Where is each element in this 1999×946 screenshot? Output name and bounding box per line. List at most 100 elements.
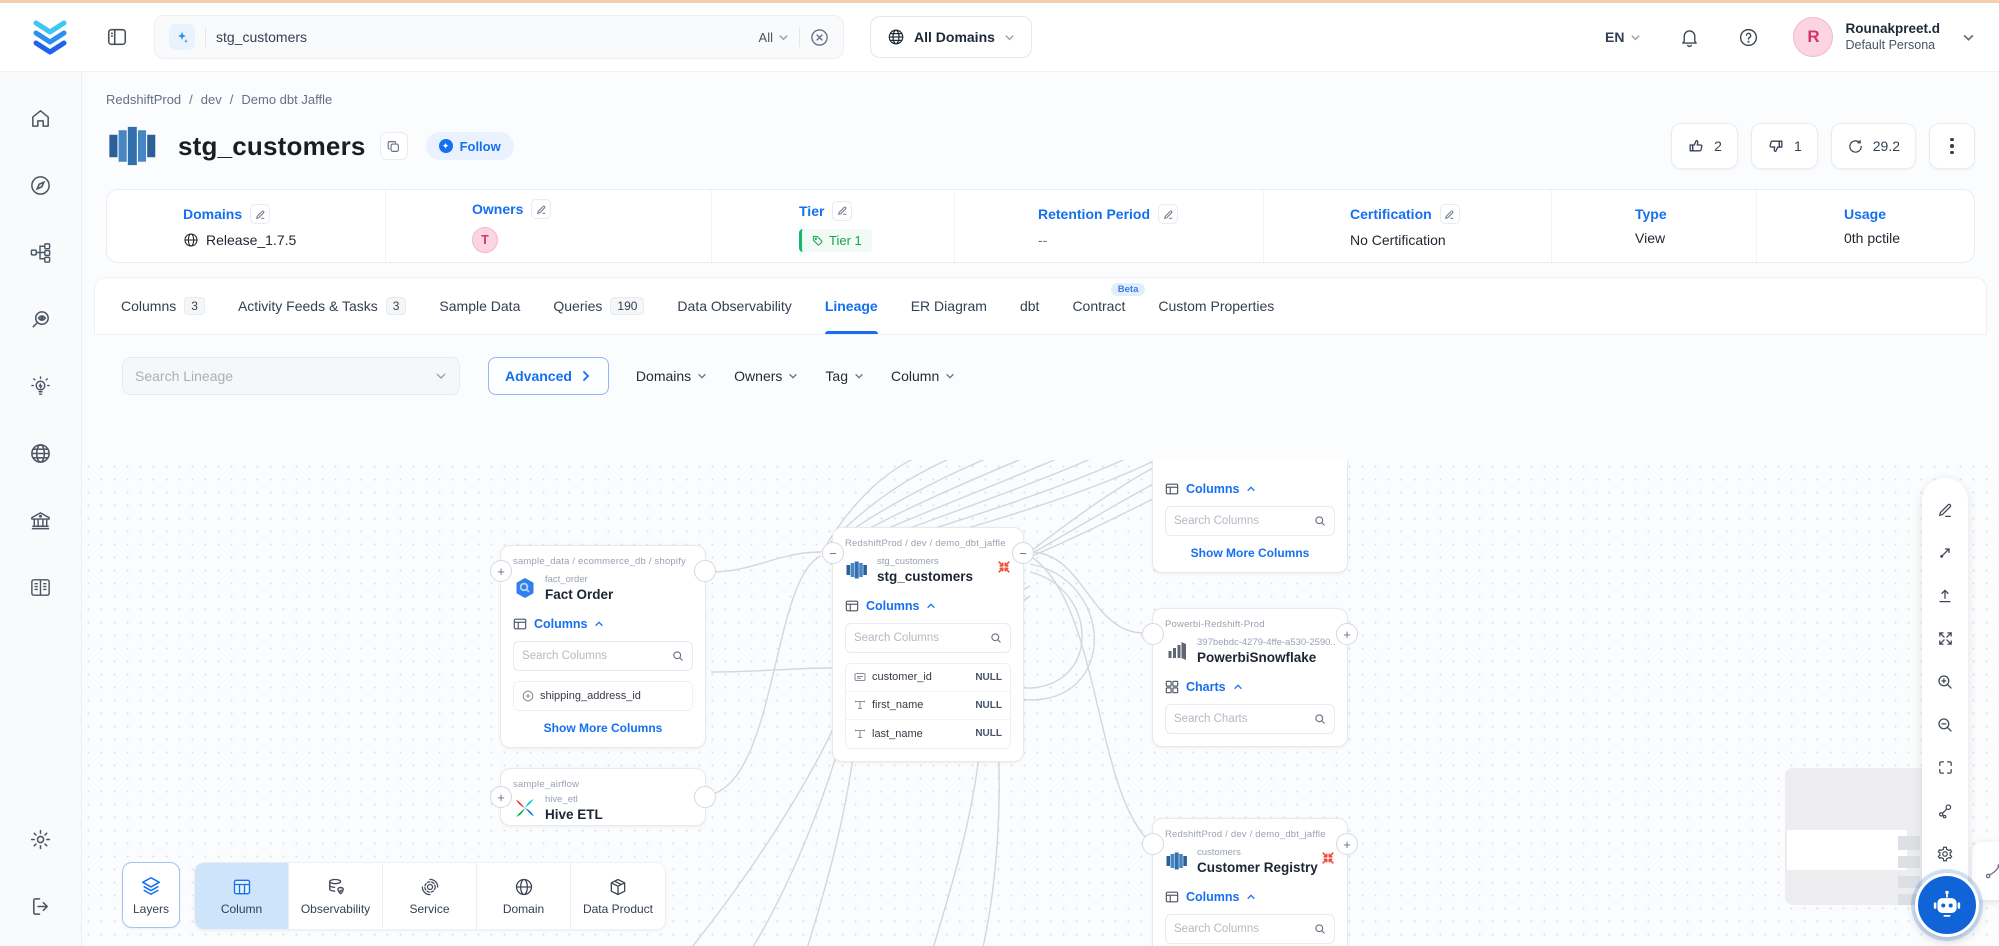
search-columns-box[interactable] (1165, 506, 1335, 536)
edit-lineage-button[interactable] (1922, 488, 1968, 531)
expand-upstream-button[interactable]: + (490, 560, 512, 582)
column-row[interactable]: first_name NULL (846, 692, 1010, 720)
node-title[interactable]: Fact Order (545, 586, 693, 604)
collapse-upstream-button[interactable]: − (822, 542, 844, 564)
search-columns-input[interactable] (1174, 923, 1314, 935)
layers-button[interactable]: Layers (122, 862, 180, 928)
tab-queries[interactable]: Queries190 (553, 278, 644, 334)
charts-section-toggle[interactable]: Charts (1165, 680, 1335, 694)
tab-contract[interactable]: ContractBeta (1072, 278, 1125, 334)
node-port[interactable] (1142, 833, 1164, 855)
tab-er-diagram[interactable]: ER Diagram (911, 278, 987, 334)
search-columns-box[interactable] (845, 623, 1011, 653)
lineage-canvas[interactable]: Columns Show More Columns + sample_data … (82, 460, 1999, 946)
filter-tag-dropdown[interactable]: Tag (825, 368, 864, 384)
search-charts-box[interactable] (1165, 704, 1335, 734)
advanced-lineage-button[interactable]: Advanced (488, 357, 609, 395)
downvote-button[interactable]: 1 (1751, 123, 1818, 169)
search-charts-input[interactable] (1174, 713, 1314, 725)
node-title[interactable]: Hive ETL (545, 806, 693, 824)
columns-section-toggle[interactable]: Columns (513, 617, 693, 631)
global-search-input[interactable] (216, 29, 749, 45)
follow-button[interactable]: ✦ Follow (426, 132, 514, 160)
domains-value[interactable]: Release_1.7.5 (206, 232, 296, 248)
governance-bank-icon[interactable] (19, 498, 63, 542)
global-search-bar[interactable]: All (154, 15, 844, 59)
tab-lineage[interactable]: Lineage (825, 278, 878, 334)
tier-badge[interactable]: Tier 1 (799, 229, 872, 252)
mode-observability-button[interactable]: Observability (289, 863, 383, 929)
tab-sample-data[interactable]: Sample Data (439, 278, 520, 334)
columns-section-toggle[interactable]: Columns (1165, 890, 1335, 904)
lineage-settings-gear-icon[interactable] (1922, 832, 1968, 875)
edit-owners-icon[interactable] (531, 199, 551, 219)
expand-diagonal-button[interactable] (1922, 531, 1968, 574)
all-domains-button[interactable]: All Domains (870, 16, 1032, 58)
show-more-columns-link[interactable]: Show More Columns (1165, 546, 1335, 560)
remove-node-icon[interactable] (997, 560, 1011, 574)
filter-owners-dropdown[interactable]: Owners (734, 368, 798, 384)
lineage-node-hive-etl[interactable]: + sample_airflow hive_etl Hive ETL (500, 768, 706, 826)
lineage-search-select[interactable] (122, 357, 460, 395)
expand-downstream-button[interactable]: + (1336, 833, 1358, 855)
zoom-out-icon[interactable] (1922, 703, 1968, 746)
lineage-node-powerbi-snowflake[interactable]: + Powerbi-Redshift-Prod 397bebdc-4279-4f… (1152, 608, 1348, 747)
link-nodes-button[interactable] (1922, 789, 1968, 832)
tab-columns[interactable]: Columns3 (121, 278, 205, 334)
domains-globe-icon[interactable] (19, 431, 63, 475)
lineage-search-input[interactable] (135, 368, 435, 384)
version-button[interactable]: 29.2 (1831, 123, 1916, 169)
node-title[interactable]: Customer Registry (1197, 859, 1313, 877)
columns-section-toggle[interactable]: Columns (1165, 482, 1335, 496)
breadcrumb-item[interactable]: RedshiftProd (106, 92, 181, 107)
lineage-graph-icon[interactable] (19, 230, 63, 274)
upvote-button[interactable]: 2 (1671, 123, 1738, 169)
show-more-columns-link[interactable]: Show More Columns (513, 721, 693, 735)
zoom-in-icon[interactable] (1922, 660, 1968, 703)
edit-retention-icon[interactable] (1158, 204, 1178, 224)
search-scope-dropdown[interactable]: All (759, 30, 789, 45)
user-menu-chevron-icon[interactable] (1962, 31, 1975, 44)
node-title[interactable]: stg_customers (877, 568, 989, 586)
search-columns-box[interactable] (1165, 914, 1335, 944)
lineage-node-customer-registry[interactable]: + RedshiftProd / dev / demo_dbt_jaffle c… (1152, 818, 1348, 946)
node-port[interactable] (1142, 623, 1164, 645)
export-upload-button[interactable] (1922, 574, 1968, 617)
expand-downstream-button[interactable]: + (1336, 623, 1358, 645)
more-options-button[interactable] (1929, 123, 1975, 169)
node-title[interactable]: PowerbiSnowflake (1197, 649, 1335, 667)
tab-dbt[interactable]: dbt (1020, 278, 1039, 334)
ai-chatbot-button[interactable] (1915, 873, 1979, 937)
tab-activity-feeds[interactable]: Activity Feeds & Tasks3 (238, 278, 406, 334)
edit-tier-icon[interactable] (832, 201, 852, 221)
search-columns-input[interactable] (854, 632, 990, 644)
home-icon[interactable] (19, 96, 63, 140)
notifications-bell-icon[interactable] (1679, 27, 1700, 48)
search-columns-input[interactable] (1174, 515, 1314, 527)
owner-avatar[interactable]: T (472, 227, 498, 253)
edit-domains-icon[interactable] (250, 204, 270, 224)
clear-search-icon[interactable] (810, 28, 829, 47)
tab-data-observability[interactable]: Data Observability (677, 278, 791, 334)
column-row[interactable]: shipping_address_id (514, 682, 692, 710)
help-icon[interactable] (1738, 27, 1759, 48)
columns-section-toggle[interactable]: Columns (845, 599, 1011, 613)
lineage-node-fact-order[interactable]: + sample_data / ecommerce_db / shopify f… (500, 545, 706, 748)
collapse-downstream-button[interactable]: − (1012, 542, 1034, 564)
app-logo-icon[interactable] (28, 17, 72, 57)
copy-name-icon[interactable] (380, 132, 408, 160)
edit-certification-icon[interactable] (1440, 204, 1460, 224)
insights-bulb-icon[interactable] (19, 364, 63, 408)
user-avatar[interactable]: R (1793, 17, 1833, 57)
observability-search-icon[interactable] (19, 297, 63, 341)
column-row[interactable]: last_name NULL (846, 720, 1010, 748)
node-port[interactable] (694, 786, 716, 808)
logout-icon[interactable] (19, 884, 63, 928)
node-port[interactable] (694, 560, 716, 582)
breadcrumb-item[interactable]: Demo dbt Jaffle (241, 92, 332, 107)
breadcrumb-item[interactable]: dev (201, 92, 222, 107)
user-info[interactable]: Rounakpreet.d Default Persona (1845, 21, 1940, 54)
search-columns-input[interactable] (522, 650, 672, 662)
language-selector[interactable]: EN (1605, 29, 1641, 45)
settings-gear-icon[interactable] (19, 817, 63, 861)
